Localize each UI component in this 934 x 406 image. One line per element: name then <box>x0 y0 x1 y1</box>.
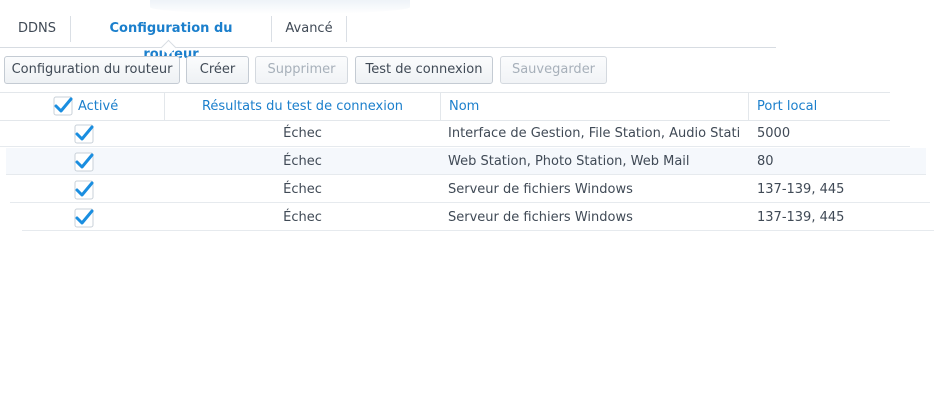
row-result: Échec <box>283 210 322 225</box>
row-local-port: 137-139, 445 <box>757 182 845 197</box>
save-button[interactable]: Sauvegarder <box>500 56 607 84</box>
router-config-button[interactable]: Configuration du routeur <box>4 56 180 84</box>
tab-divider <box>346 16 347 42</box>
header-result[interactable]: Résultats du test de connexion <box>165 93 440 120</box>
header-name[interactable]: Nom <box>449 93 479 120</box>
tab-advanced[interactable]: Avancé <box>284 16 334 42</box>
row-result: Échec <box>283 154 322 169</box>
table-row[interactable]: Échec Web Station, Photo Station, Web Ma… <box>6 148 926 175</box>
header-divider[interactable] <box>748 93 749 120</box>
row-checkbox-icon[interactable] <box>74 152 94 172</box>
table-header: Activé Résultats du test de connexion No… <box>0 92 890 121</box>
delete-button[interactable]: Supprimer <box>255 56 348 84</box>
row-name: Serveur de fichiers Windows <box>448 182 633 197</box>
row-local-port: 137-139, 445 <box>757 210 845 225</box>
row-result: Échec <box>283 126 322 141</box>
row-local-port: 5000 <box>757 126 791 141</box>
tab-divider <box>70 16 71 42</box>
table-row[interactable]: Échec Interface de Gestion, File Station… <box>0 120 910 147</box>
table-row[interactable]: Échec Serveur de fichiers Windows 137-13… <box>22 204 934 231</box>
row-checkbox-icon[interactable] <box>74 208 94 228</box>
test-connection-button[interactable]: Test de connexion <box>355 56 493 84</box>
create-button[interactable]: Créer <box>186 56 249 84</box>
row-name: Serveur de fichiers Windows <box>448 210 633 225</box>
tab-bar: DDNS Configuration du routeur Avancé <box>0 12 776 62</box>
header-local-port[interactable]: Port local <box>757 93 817 120</box>
row-name: Web Station, Photo Station, Web Mail <box>448 154 690 169</box>
select-all-checkbox-icon[interactable] <box>53 96 73 116</box>
tab-router-config[interactable]: Configuration du routeur <box>84 16 258 62</box>
tab-divider <box>271 16 272 42</box>
row-checkbox-icon[interactable] <box>74 124 94 144</box>
row-checkbox-icon[interactable] <box>74 180 94 200</box>
tab-ddns[interactable]: DDNS <box>18 16 56 42</box>
row-local-port: 80 <box>757 154 774 169</box>
header-enabled[interactable]: Activé <box>78 93 118 120</box>
row-name: Interface de Gestion, File Station, Audi… <box>448 126 740 141</box>
table-row[interactable]: Échec Serveur de fichiers Windows 137-13… <box>10 176 930 203</box>
header-divider[interactable] <box>440 93 441 120</box>
row-result: Échec <box>283 182 322 197</box>
